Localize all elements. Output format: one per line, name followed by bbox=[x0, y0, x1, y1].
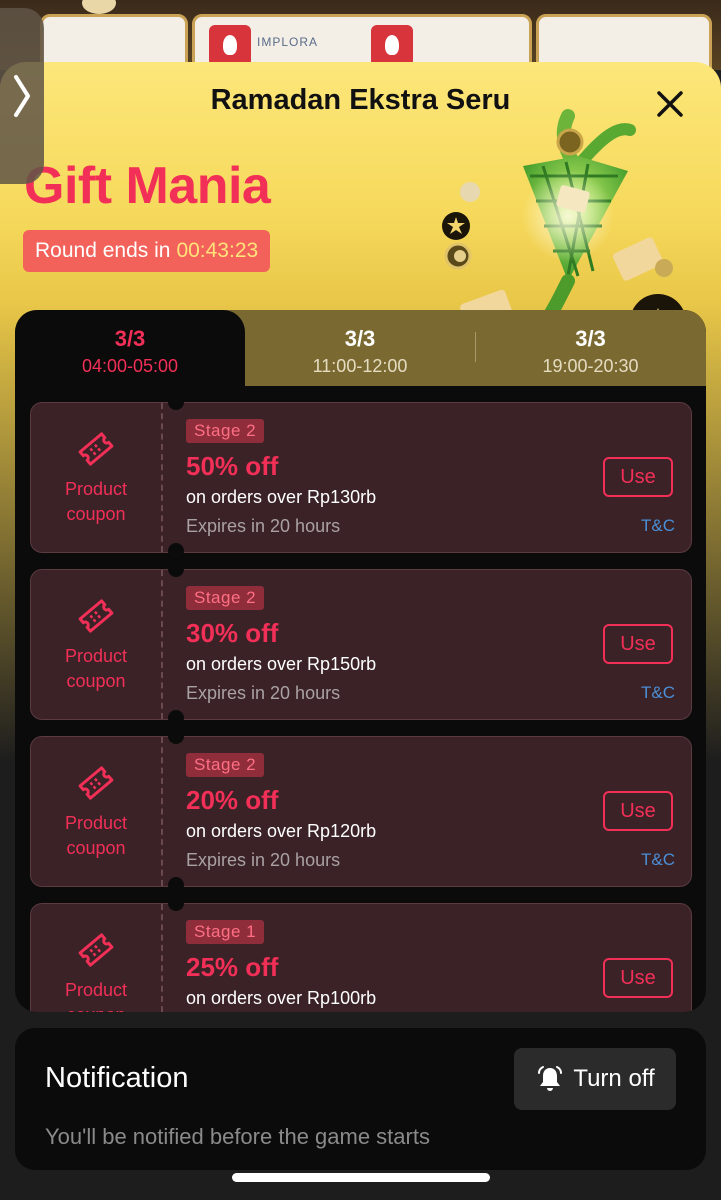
terms-link[interactable]: T&C bbox=[641, 683, 675, 703]
use-coupon-button[interactable]: Use bbox=[603, 791, 673, 831]
turn-off-label: Turn off bbox=[573, 1065, 655, 1092]
coupon-type-label: Product coupon bbox=[64, 812, 128, 858]
home-indicator bbox=[232, 1173, 490, 1182]
coupon-type-block: Product coupon bbox=[31, 737, 161, 886]
coupon-notch bbox=[168, 877, 184, 893]
coupon-discount: 30% off bbox=[186, 618, 279, 648]
coupon-discount: 20% off bbox=[186, 785, 279, 815]
use-coupon-button[interactable]: Use bbox=[603, 958, 673, 998]
chevron-right-icon bbox=[14, 75, 30, 117]
stage-badge: Stage 2 bbox=[186, 586, 265, 610]
use-coupon-button[interactable]: Use bbox=[603, 457, 673, 497]
coupon-notch bbox=[168, 728, 184, 744]
tab-date: 3/3 bbox=[575, 326, 606, 351]
coupon-card: Product coupon Stage 2 20% off on orders… bbox=[30, 736, 692, 887]
notification-description: You'll be notified before the game start… bbox=[45, 1124, 430, 1149]
gift-mania-sheet: Ramadan Ekstra Seru Gift Mania Round end… bbox=[0, 62, 721, 1200]
hero-title: Gift Mania bbox=[24, 157, 271, 215]
coupon-type-block: Product coupon bbox=[31, 904, 161, 1012]
use-coupon-button[interactable]: Use bbox=[603, 624, 673, 664]
round-timer: 00:43:23 bbox=[176, 239, 259, 262]
coupon-discount: 25% off bbox=[186, 952, 279, 982]
coupon-condition: on orders over Rp130rb bbox=[186, 487, 377, 507]
coupon-notch bbox=[168, 394, 184, 410]
coin-decoration bbox=[82, 0, 116, 14]
coupon-card: Product coupon Stage 2 30% off on orders… bbox=[30, 569, 692, 720]
ketupat-illustration bbox=[442, 109, 686, 326]
product-thumbnail bbox=[371, 25, 413, 67]
notification-title: Notification bbox=[45, 1062, 189, 1094]
bell-icon bbox=[538, 1066, 563, 1091]
coupon-expiry: Expires in 20 hours bbox=[186, 683, 341, 703]
tab-session-2[interactable]: 3/3 11:00-12:00 bbox=[245, 310, 475, 386]
stage-badge: Stage 2 bbox=[186, 419, 265, 443]
coupon-type-label: Product coupon bbox=[64, 979, 128, 1013]
background-page: IMPLORA bbox=[0, 0, 721, 70]
ticket-icon bbox=[78, 598, 114, 633]
coupon-type-block: Product coupon bbox=[31, 570, 161, 719]
coupon-card: Product coupon Stage 1 25% off on orders… bbox=[30, 903, 692, 1012]
session-tabs: 3/3 04:00-05:00 3/3 11:00-12:00 3/3 19:0… bbox=[15, 310, 706, 392]
coupon-perforation bbox=[161, 737, 163, 886]
terms-link[interactable]: T&C bbox=[641, 516, 675, 536]
tab-time-range: 04:00-05:00 bbox=[81, 356, 179, 376]
tab-date: 3/3 bbox=[114, 326, 146, 351]
tab-session-3[interactable]: 3/3 19:00-20:30 bbox=[475, 310, 706, 386]
coupon-perforation bbox=[161, 403, 163, 552]
ticket-icon bbox=[78, 431, 114, 466]
tab-time-range: 11:00-12:00 bbox=[312, 356, 408, 376]
product-thumbnail bbox=[209, 25, 251, 67]
coupon-type-block: Product coupon bbox=[31, 403, 161, 552]
coupon-type-label: Product coupon bbox=[64, 478, 128, 524]
coupon-notch bbox=[168, 561, 184, 577]
round-countdown-badge: Round ends in 00:43:23 bbox=[23, 230, 271, 272]
tab-time-range: 19:00-20:30 bbox=[542, 356, 639, 376]
ticket-icon bbox=[78, 765, 114, 800]
turn-off-notification-button[interactable]: Turn off bbox=[514, 1048, 676, 1110]
coupon-condition: on orders over Rp120rb bbox=[186, 821, 377, 841]
coupon-card: Product coupon Stage 2 50% off on orders… bbox=[30, 402, 692, 553]
coupon-notch bbox=[168, 710, 184, 726]
side-expand-handle[interactable] bbox=[0, 8, 44, 184]
coupon-perforation bbox=[161, 570, 163, 719]
coupon-notch bbox=[168, 543, 184, 559]
background-brand-text: IMPLORA bbox=[257, 35, 319, 49]
coupon-expiry: Expires in 20 hours bbox=[186, 516, 341, 536]
coupon-condition: on orders over Rp150rb bbox=[186, 654, 377, 674]
coupon-notch bbox=[168, 895, 184, 911]
tab-session-1[interactable]: 3/3 04:00-05:00 bbox=[15, 310, 245, 392]
coupon-type-label: Product coupon bbox=[64, 645, 128, 691]
ticket-icon bbox=[78, 932, 114, 967]
stage-badge: Stage 1 bbox=[186, 920, 265, 944]
terms-link[interactable]: T&C bbox=[641, 850, 675, 870]
stage-badge: Stage 2 bbox=[186, 753, 265, 777]
coupon-panel: 3/3 04:00-05:00 3/3 11:00-12:00 3/3 19:0… bbox=[15, 310, 706, 1012]
round-label: Round ends in bbox=[35, 239, 171, 262]
notification-card: Notification Turn off You'll be notified… bbox=[15, 1028, 706, 1170]
coupon-condition: on orders over Rp100rb bbox=[186, 988, 377, 1008]
coupon-discount: 50% off bbox=[186, 451, 279, 481]
tab-date: 3/3 bbox=[344, 326, 376, 351]
coupon-expiry: Expires in 20 hours bbox=[186, 850, 341, 870]
coupon-perforation bbox=[161, 904, 163, 1012]
